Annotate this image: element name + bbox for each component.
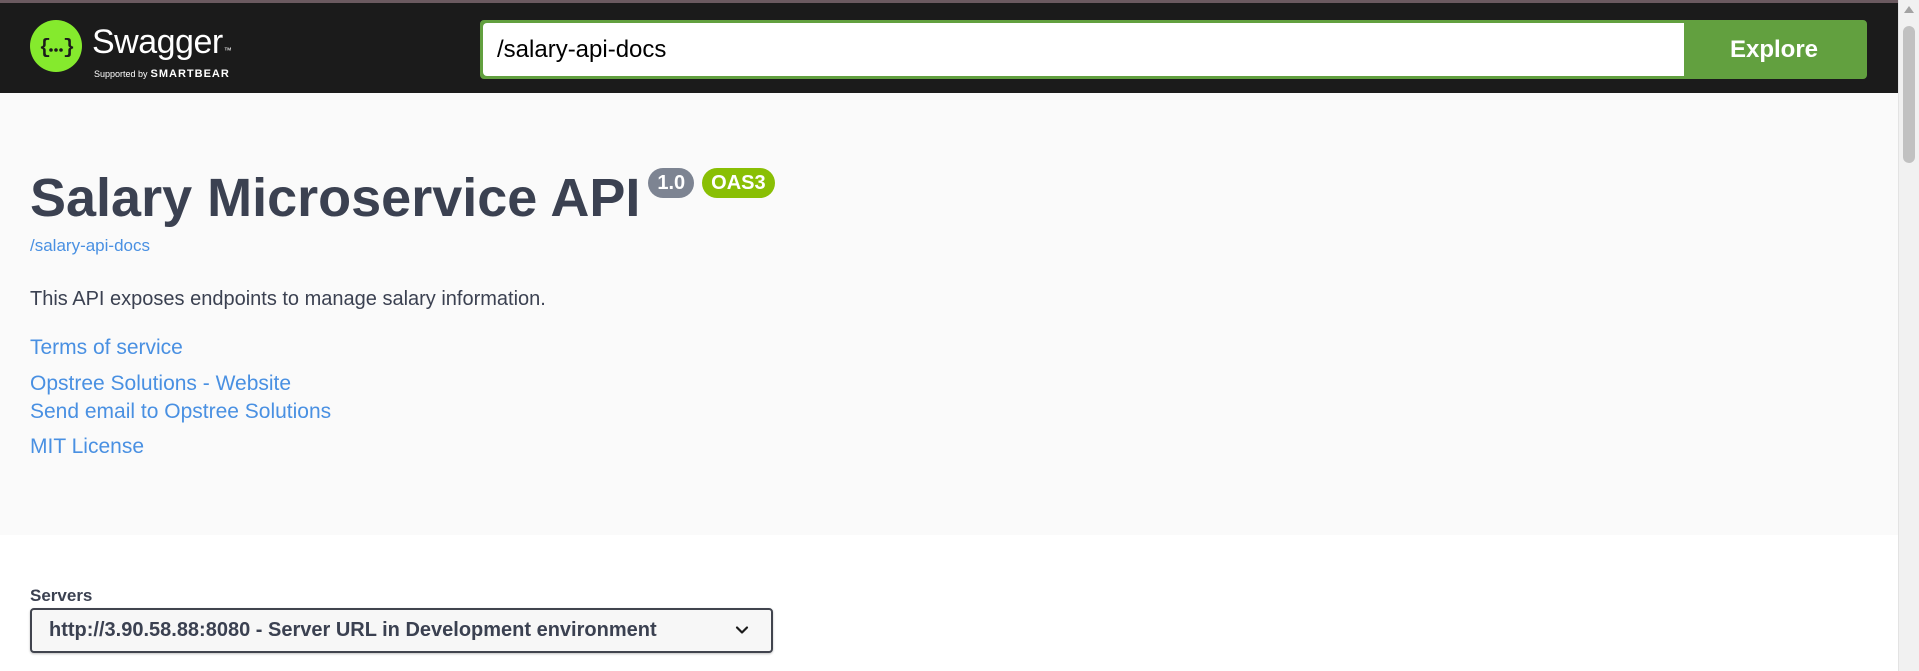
svg-text:{: {	[39, 37, 51, 58]
scroll-up-arrow-icon[interactable]	[1904, 6, 1914, 13]
scroll-thumb[interactable]	[1903, 26, 1915, 163]
page-scrollbar[interactable]	[1898, 0, 1919, 671]
spec-url-link[interactable]: /salary-api-docs	[30, 236, 150, 256]
api-description: This API exposes endpoints to manage sal…	[30, 288, 546, 310]
terms-of-service-link[interactable]: Terms of service	[30, 336, 183, 360]
swagger-logo[interactable]: { } Swagger™ Supported by SMARTBEAR	[30, 20, 250, 80]
oas-badge: OAS3	[702, 168, 775, 198]
swagger-ui-page: { } Swagger™ Supported bySMARTBEAR Explo…	[0, 0, 1919, 671]
svg-text:}: }	[63, 37, 74, 58]
page-title: Salary Microservice API	[30, 168, 641, 228]
servers-select[interactable]: http://3.90.58.88:8080 - Server URL in D…	[30, 608, 773, 653]
email-link[interactable]: Send email to Opstree Solutions	[30, 400, 331, 424]
explore-button[interactable]: Explore	[1684, 23, 1864, 76]
website-link[interactable]: Opstree Solutions - Website	[30, 372, 291, 396]
servers-selected-value: http://3.90.58.88:8080 - Server URL in D…	[49, 619, 657, 641]
license-link[interactable]: MIT License	[30, 435, 144, 459]
info-section: Salary Microservice API 1.0 OAS3 /salary…	[0, 93, 1898, 535]
title-row: Salary Microservice API 1.0 OAS3	[30, 168, 775, 228]
servers-label: Servers	[30, 586, 93, 605]
version-badge: 1.0	[648, 168, 695, 198]
swagger-braces-icon: { }	[30, 20, 82, 72]
logo-title: Swagger™	[92, 23, 232, 69]
download-url-form: Explore	[480, 20, 1867, 79]
logo-brand: SMARTBEAR	[150, 68, 230, 80]
logo-trademark: ™	[223, 46, 232, 55]
chevron-down-icon	[735, 626, 749, 634]
logo-title-text: Swagger	[92, 23, 223, 61]
logo-supported-by: Supported by SMARTBEAR	[94, 68, 230, 80]
url-input[interactable]	[483, 23, 1684, 76]
topbar: { } Swagger™ Supported bySMARTBEAR Explo…	[0, 0, 1898, 93]
logo-supported-by-text: Supported by	[94, 69, 148, 79]
